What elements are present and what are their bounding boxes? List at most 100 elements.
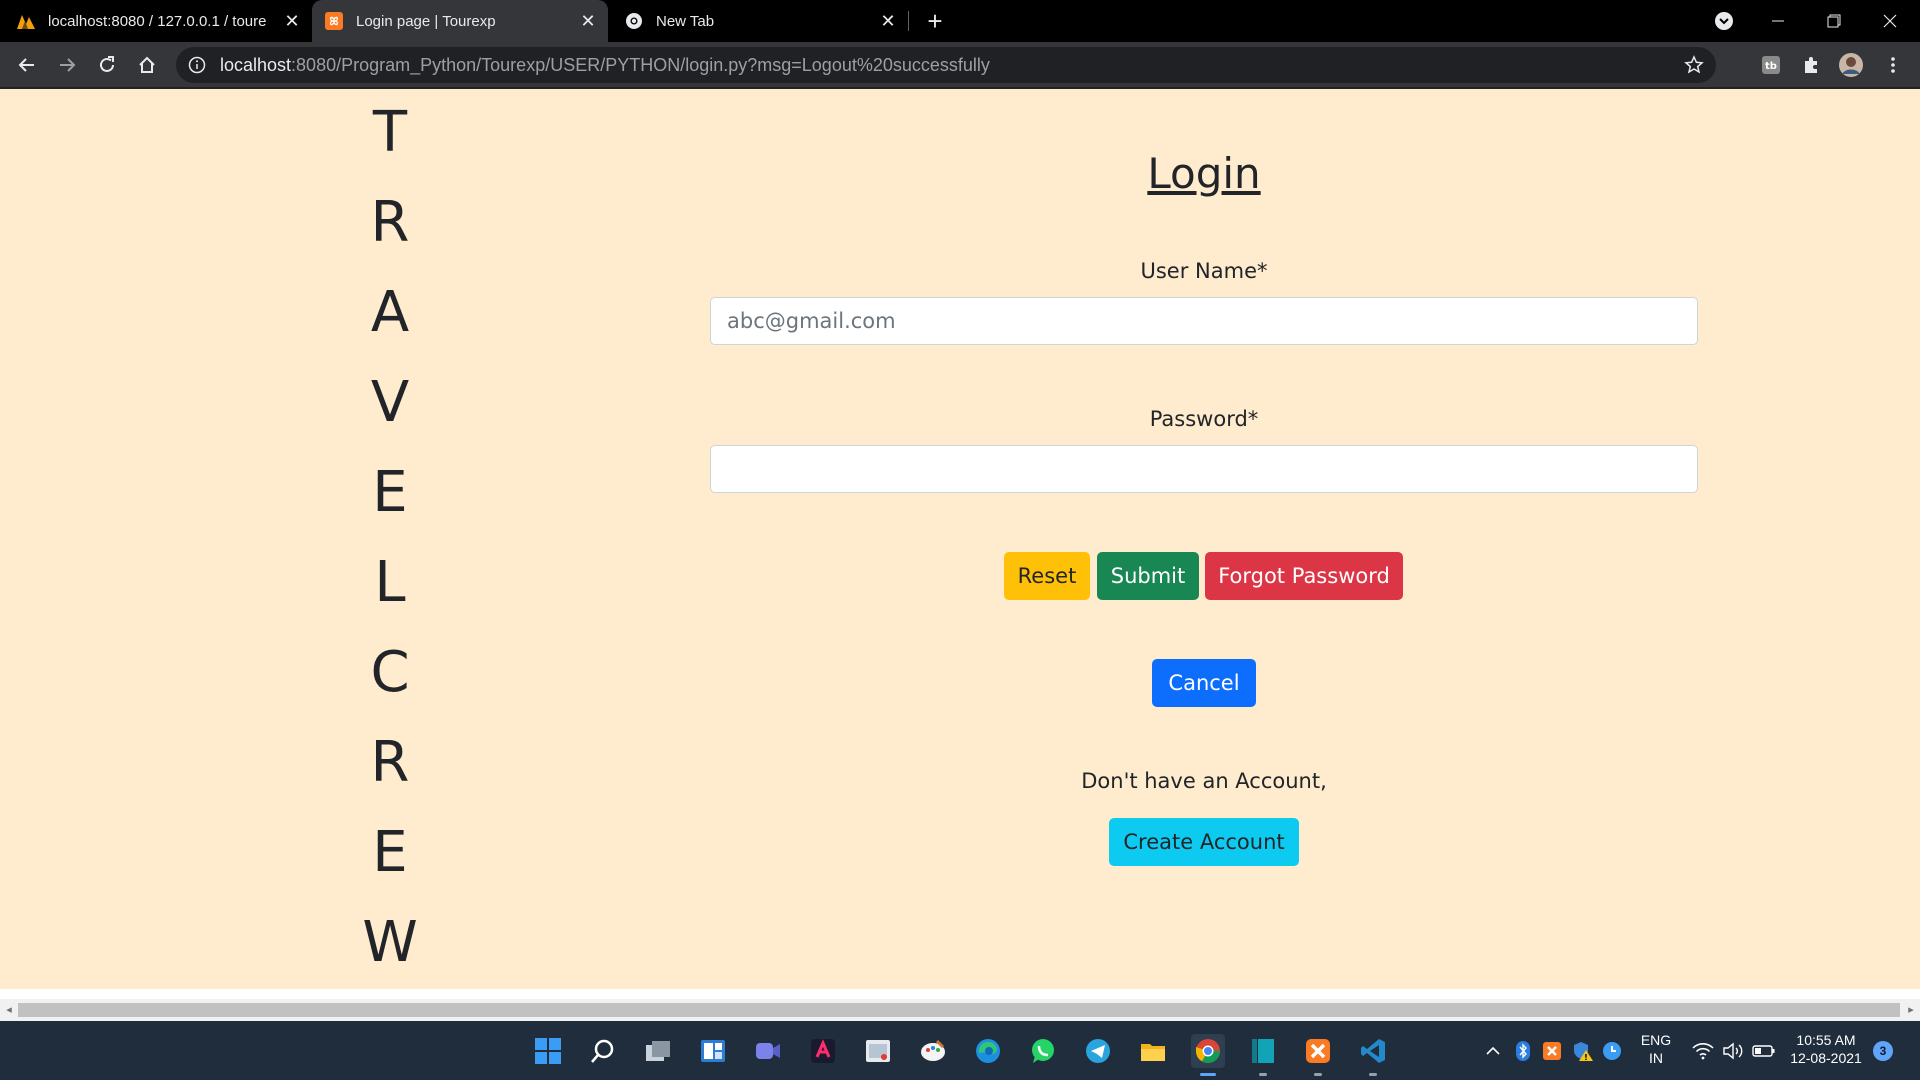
browser-toolbar: localhost:8080/Program_Python/Tourexp/US… [0, 42, 1920, 88]
file-explorer-icon[interactable] [1136, 1034, 1170, 1068]
tab-login-page[interactable]: ꕤ Login page | Tourexp ✕ [312, 0, 608, 42]
more-vert-icon [1891, 57, 1895, 73]
cancel-button[interactable]: Cancel [1152, 659, 1256, 707]
language-indicator[interactable]: ENG IN [1636, 1031, 1676, 1067]
bookmark-star-icon[interactable] [1684, 55, 1704, 75]
home-button[interactable] [132, 50, 162, 80]
reload-button[interactable] [92, 50, 122, 80]
forward-button[interactable] [52, 50, 82, 80]
reload-icon [100, 56, 114, 72]
address-bar[interactable]: localhost:8080/Program_Python/Tourexp/US… [176, 47, 1716, 83]
horizontal-scrollbar[interactable]: ◂ ▸ [0, 999, 1920, 1021]
task-view-icon[interactable] [641, 1034, 675, 1068]
tab-title: localhost:8080 / 127.0.0.1 / toure [48, 12, 266, 30]
telegram-icon[interactable] [1081, 1034, 1115, 1068]
submit-button[interactable]: Submit [1097, 552, 1199, 600]
time-text: 10:55 AM [1796, 1032, 1856, 1048]
phpmyadmin-icon [16, 11, 36, 31]
running-indicator [1314, 1073, 1322, 1076]
xampp-icon[interactable] [1301, 1034, 1335, 1068]
profile-button[interactable] [1836, 50, 1866, 80]
info-icon[interactable] [188, 56, 206, 74]
tray-overflow-icon[interactable] [1484, 1021, 1502, 1080]
avatar [1839, 53, 1863, 77]
teams-chat-icon[interactable] [751, 1034, 785, 1068]
brand-letter: A [370, 280, 410, 345]
password-input[interactable] [710, 445, 1698, 493]
widgets-icon[interactable] [696, 1034, 730, 1068]
username-label: User Name* [1140, 259, 1268, 283]
running-indicator [1200, 1073, 1216, 1076]
brand-letter: C [370, 640, 410, 705]
reset-button[interactable]: Reset [1004, 552, 1090, 600]
restore-button[interactable] [1806, 0, 1862, 42]
brand-letter: E [372, 460, 408, 525]
tab-search-button[interactable] [1696, 0, 1752, 42]
chrome-icon [624, 11, 644, 31]
close-icon [1883, 14, 1897, 28]
volume-icon[interactable] [1722, 1021, 1744, 1080]
bluetooth-icon[interactable] [1514, 1021, 1532, 1080]
scroll-left-icon[interactable]: ◂ [2, 1003, 16, 1017]
running-indicator [1369, 1073, 1377, 1076]
scroll-right-icon[interactable]: ▸ [1904, 1003, 1918, 1017]
clock[interactable]: 10:55 AM 12-08-2021 [1786, 1031, 1866, 1067]
no-account-text: Don't have an Account, [1081, 769, 1327, 793]
defender-warning-icon[interactable]: ! [1572, 1021, 1594, 1080]
notification-badge[interactable]: 3 [1873, 1041, 1893, 1061]
extension-button[interactable]: tb [1756, 50, 1786, 80]
vscode-icon[interactable] [1356, 1034, 1390, 1068]
browser-tab-strip: localhost:8080 / 127.0.0.1 / toure ✕ ꕤ L… [0, 0, 1920, 42]
app-red-icon[interactable] [806, 1034, 840, 1068]
close-tab-icon[interactable]: ✕ [578, 11, 598, 31]
xampp-tray-icon[interactable] [1542, 1021, 1562, 1080]
battery-icon[interactable] [1752, 1021, 1776, 1080]
wifi-icon[interactable] [1692, 1021, 1714, 1080]
tab-phpmyadmin[interactable]: localhost:8080 / 127.0.0.1 / toure ✕ [16, 0, 312, 42]
scrollbar-thumb[interactable] [18, 1003, 1900, 1017]
password-label: Password* [1149, 407, 1259, 431]
svg-text:!: ! [1584, 1053, 1588, 1062]
windows-start-icon[interactable] [531, 1034, 565, 1068]
new-tab-button[interactable]: + [921, 8, 949, 36]
minimize-button[interactable] [1750, 0, 1806, 42]
xampp-icon: ꕤ [324, 11, 344, 31]
back-arrow-icon [18, 58, 34, 72]
page-viewport: T R A V E L C R E W Login User Name* Pas… [0, 89, 1920, 989]
chrome-menu-button[interactable] [1878, 50, 1908, 80]
back-button[interactable] [12, 50, 42, 80]
brand-letter: R [370, 730, 410, 795]
app-teal-icon[interactable] [1246, 1034, 1280, 1068]
extensions-menu-button[interactable] [1796, 50, 1826, 80]
svg-text:ꕤ: ꕤ [329, 15, 338, 28]
edge-icon[interactable] [971, 1034, 1005, 1068]
home-icon [139, 56, 155, 73]
brand-letter: E [372, 820, 408, 885]
app-window-icon[interactable] [861, 1034, 895, 1068]
page-bottom-strip [0, 989, 1920, 999]
username-input[interactable] [710, 297, 1698, 345]
chrome-icon[interactable] [1191, 1034, 1225, 1068]
close-window-button[interactable] [1862, 0, 1918, 42]
running-indicator [1259, 1073, 1267, 1076]
app-paint-icon[interactable] [916, 1034, 950, 1068]
date-text: 12-08-2021 [1790, 1050, 1862, 1066]
create-account-button[interactable]: Create Account [1109, 818, 1299, 866]
close-tab-icon[interactable]: ✕ [282, 11, 302, 31]
tab-title: Login page | Tourexp [356, 12, 496, 30]
puzzle-icon [1805, 57, 1817, 73]
restore-icon [1827, 14, 1841, 28]
forgot-password-button[interactable]: Forgot Password [1205, 552, 1403, 600]
url-text[interactable]: localhost:8080/Program_Python/Tourexp/US… [220, 55, 990, 76]
close-tab-icon[interactable]: ✕ [878, 11, 898, 31]
whatsapp-icon[interactable] [1026, 1034, 1060, 1068]
brand-letter: T [372, 100, 408, 165]
page-title: Login [1147, 149, 1261, 198]
brand-letter: V [370, 370, 410, 435]
tab-separator [908, 11, 909, 31]
clock-app-icon[interactable] [1602, 1021, 1622, 1080]
extension-tb-icon: tb [1762, 56, 1780, 74]
tab-new-tab[interactable]: New Tab ✕ [612, 0, 908, 42]
search-icon[interactable] [586, 1034, 620, 1068]
chevron-down-icon [1715, 12, 1733, 30]
